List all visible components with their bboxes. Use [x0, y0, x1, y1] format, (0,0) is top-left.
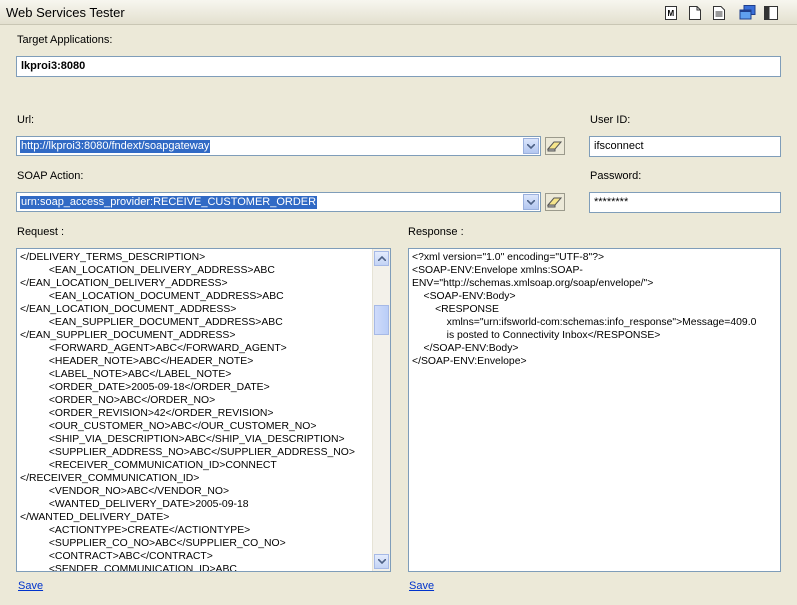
- user-id-field[interactable]: ifsconnect: [589, 136, 781, 157]
- split-view-icon[interactable]: [764, 5, 778, 20]
- clear-url-button[interactable]: [545, 137, 565, 155]
- scroll-thumb[interactable]: [374, 305, 389, 335]
- svg-text:M: M: [668, 9, 675, 18]
- target-field[interactable]: lkproi3:8080: [16, 56, 781, 77]
- chevron-down-icon[interactable]: [523, 138, 539, 154]
- text-document-icon[interactable]: [712, 5, 726, 20]
- response-save-link[interactable]: Save: [409, 580, 434, 592]
- response-body: <?xml version="1.0" encoding="UTF-8"?> <…: [412, 252, 757, 367]
- request-scrollbar[interactable]: [372, 249, 390, 571]
- request-save-link[interactable]: Save: [18, 580, 43, 592]
- password-field[interactable]: ********: [589, 192, 781, 213]
- eraser-icon: [547, 197, 563, 208]
- request-body: </DELIVERY_TERMS_DESCRIPTION> <EAN_LOCAT…: [20, 252, 355, 572]
- new-document-icon[interactable]: [688, 5, 702, 20]
- clear-soap-action-button[interactable]: [545, 193, 565, 211]
- windows-icon[interactable]: [738, 5, 756, 20]
- target-label: Target Applications:: [17, 34, 113, 46]
- title-bar: Web Services Tester M: [0, 0, 797, 25]
- url-value: http://lkproi3:8080/fndext/soapgateway: [20, 140, 211, 153]
- url-label: Url:: [17, 114, 35, 126]
- target-value: lkproi3:8080: [21, 60, 86, 72]
- scroll-up-icon[interactable]: [374, 251, 389, 266]
- soap-action-label: SOAP Action:: [17, 170, 84, 182]
- soap-action-combobox[interactable]: urn:soap_access_provider:RECEIVE_CUSTOME…: [16, 192, 541, 212]
- request-textarea[interactable]: </DELIVERY_TERMS_DESCRIPTION> <EAN_LOCAT…: [16, 248, 391, 572]
- document-m-icon[interactable]: M: [664, 5, 678, 20]
- response-textarea[interactable]: <?xml version="1.0" encoding="UTF-8"?> <…: [408, 248, 781, 572]
- chevron-down-icon[interactable]: [523, 194, 539, 210]
- password-label: Password:: [590, 170, 642, 182]
- request-label: Request :: [17, 226, 65, 238]
- url-combobox[interactable]: http://lkproi3:8080/fndext/soapgateway: [16, 136, 541, 156]
- user-id-label: User ID:: [590, 114, 631, 126]
- window-title: Web Services Tester: [6, 5, 125, 20]
- scroll-down-icon[interactable]: [374, 554, 389, 569]
- soap-action-value: urn:soap_access_provider:RECEIVE_CUSTOME…: [20, 196, 318, 209]
- response-label: Response :: [408, 226, 464, 238]
- eraser-icon: [547, 141, 563, 152]
